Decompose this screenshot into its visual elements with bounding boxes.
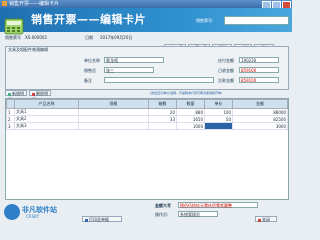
note-label: 备注: [84, 78, 92, 83]
sales-label: 销售员: [84, 68, 96, 73]
note-input[interactable]: [104, 77, 214, 83]
calculator-icon: [4, 18, 24, 35]
col-price: 单价: [204, 99, 233, 109]
watermark-logo-icon: [4, 204, 20, 220]
col-qty: 数量: [176, 99, 205, 109]
footer: 金额大写 捌佰伍拾玖元零玖佰零贰圆整 操作员: 系统管理员 打印此单据 关闭 非…: [0, 202, 292, 223]
total-value: 捌佰伍拾玖元零玖佰零贰圆整: [178, 202, 258, 208]
detail-grid[interactable]: 产品名称 规格 箱数 数量 单价 金额 1 文具1 20 880 100 88000 2文…: [5, 98, 289, 200]
owed-value: 859100: [239, 77, 279, 83]
grid-header-row: 产品名称 规格 箱数 数量 单价 金额: [6, 99, 288, 109]
remove-icon: [32, 92, 35, 96]
print-button[interactable]: 打印此单据: [82, 216, 122, 222]
unit-label: 单位名称: [84, 58, 100, 63]
paid-label: 已收金额: [218, 68, 234, 73]
print-icon: [85, 218, 88, 222]
remove-detail-button[interactable]: 删除明细: [29, 90, 51, 102]
operator-label: 操作员:: [155, 212, 169, 217]
table-row[interactable]: 2 文具2 33 1650 50 82500: [6, 115, 288, 123]
col-name: 产品名称: [14, 99, 79, 109]
col-box: 箱数: [148, 99, 177, 109]
banner-bill-no-label: 销售票号:: [196, 18, 214, 23]
banner-bill-no-input[interactable]: [224, 16, 289, 25]
app-icon: [2, 1, 7, 6]
receivable-label: 应付金额: [218, 58, 234, 63]
receivable-value: 190230: [239, 57, 279, 63]
add-detail-button[interactable]: 新增明细: [5, 90, 27, 102]
add-icon: [8, 92, 11, 96]
bill-no-label: 销售票号: [5, 35, 21, 40]
close-button[interactable]: 关闭: [255, 216, 277, 222]
col-spec: 规格: [78, 99, 149, 109]
banner-title: 销售开票——编辑卡片: [31, 13, 146, 26]
bill-no-value: XS-000002: [25, 35, 47, 40]
table-row[interactable]: 3 文具3 1000 3000: [6, 122, 288, 130]
paid-value[interactable]: 859100: [239, 67, 279, 73]
unit-select[interactable]: 蔡龙喧: [104, 57, 164, 63]
watermark: 非凡软件站 CRSKY: [4, 204, 74, 222]
panel-title: 文具及相配件普通编辑: [8, 46, 48, 52]
date-value[interactable]: 2017年09月20日: [100, 35, 132, 41]
window-titlebar: 销售开票——编辑卡片: [0, 0, 292, 9]
operator-value: 系统管理员: [178, 211, 218, 217]
sales-select[interactable]: 张三: [104, 67, 154, 73]
col-index: [6, 99, 15, 109]
close-icon: [258, 218, 261, 222]
owed-label: 欠款金额: [218, 78, 234, 83]
total-label: 金额大写: [155, 203, 171, 208]
banner: 销售开票——编辑卡片 销售票号:: [0, 8, 292, 35]
order-panel: 文具及相配件普通编辑 单位名称 蔡龙喧 销售员 张三 备注 应付金额 19023…: [5, 46, 289, 90]
grid-hint: (双击显示单价/选择...不编辑本行则可再次使用新开单): [150, 91, 223, 95]
table-row[interactable]: 1 文具1 20 880 100 88000: [6, 108, 288, 116]
date-label: 日期: [85, 35, 93, 40]
col-amount: 金额: [232, 99, 288, 109]
window-title: 销售开票——编辑卡片: [9, 1, 60, 7]
